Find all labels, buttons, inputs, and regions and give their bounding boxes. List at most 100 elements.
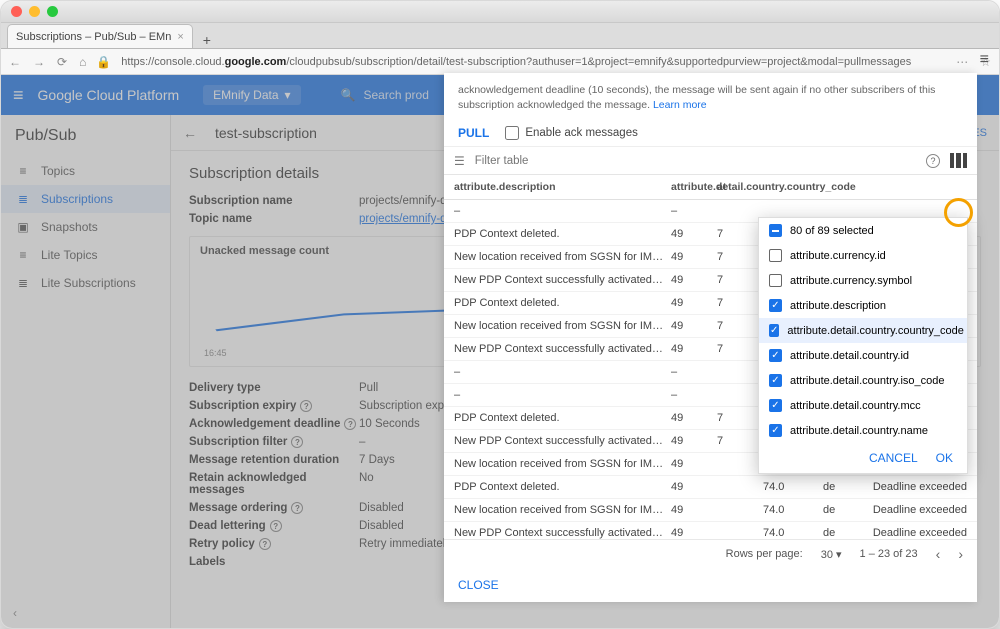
cell-country-code: 49 [671,481,717,493]
next-page-icon[interactable]: › [958,546,963,562]
forward-icon[interactable]: → [33,55,45,69]
checkbox-icon[interactable]: ✓ [769,424,782,437]
pull-button[interactable]: PULL [458,126,489,140]
cell-description: – [454,389,671,401]
column-option[interactable]: ✓ attribute.detail.country.country_code [759,318,967,343]
help-icon[interactable]: ? [926,154,940,168]
col-extra[interactable]: at [717,181,763,193]
cell-country-code: 49 [671,228,717,240]
cell-country-code: 49 [671,274,717,286]
column-option[interactable]: attribute.currency.symbol [759,268,967,293]
cell-n1: 7 [717,343,763,355]
cell-n1 [717,366,763,378]
filter-input[interactable] [475,155,916,167]
checkbox-icon[interactable]: ✓ [769,374,782,387]
cancel-button[interactable]: CANCEL [869,451,918,465]
close-window-icon[interactable] [11,6,22,17]
cell-n3: de [823,504,871,516]
home-icon[interactable]: ⌂ [79,55,86,69]
cell-n1: 7 [717,228,763,240]
minimize-window-icon[interactable] [29,6,40,17]
column-option[interactable]: ✓ attribute.detail.country.name [759,418,967,443]
cell-n1 [717,389,763,401]
column-option-label: attribute.detail.country.id [790,350,909,362]
cell-description: PDP Context deleted. [454,412,671,424]
browser-toolbar: ← → ⟳ ⌂ 🔒 https://console.cloud.google.c… [1,49,999,75]
col-description[interactable]: attribute.description [454,181,671,193]
cell-country-code: 49 [671,504,717,516]
browser-menu-icon[interactable]: ≡ [980,51,989,69]
cell-n3: de [823,527,871,539]
enable-ack-checkbox[interactable] [505,126,519,140]
column-option[interactable]: ✓ attribute.detail.country.id [759,343,967,368]
mac-titlebar [1,1,999,23]
column-chooser-popup: 80 of 89 selected attribute.currency.id a… [758,217,968,474]
column-option[interactable]: ✓ attribute.detail.country.mcc [759,393,967,418]
checkbox-mixed-icon[interactable] [769,224,782,237]
table-row[interactable]: New location received from SGSN for IMSI… [444,499,977,522]
cell-country-code: 49 [671,412,717,424]
learn-more-link[interactable]: Learn more [653,99,707,111]
checkbox-icon[interactable]: ✓ [769,324,779,337]
cell-description: New PDP Context successfully activated w… [454,435,671,447]
checkbox-icon[interactable] [769,274,782,287]
column-summary: 80 of 89 selected [759,218,967,243]
column-option-label: attribute.detail.country.mcc [790,400,921,412]
cell-description: New PDP Context successfully activated w… [454,274,671,286]
cell-description: New PDP Context successfully activated w… [454,343,671,355]
prev-page-icon[interactable]: ‹ [936,546,941,562]
new-tab-button[interactable]: + [197,32,217,48]
checkbox-icon[interactable] [769,249,782,262]
col-country-code[interactable]: attribute.detail.country.country_code [671,181,717,193]
table-pagination: Rows per page: 30 ▾ 1 – 23 of 23 ‹ › [444,539,977,568]
cell-status: Deadline exceeded [871,504,967,516]
cell-description: PDP Context deleted. [454,481,671,493]
cell-n3: de [823,481,871,493]
cell-description: PDP Context deleted. [454,297,671,309]
cell-country-code: 49 [671,251,717,263]
column-option[interactable]: attribute.currency.id [759,243,967,268]
table-row[interactable]: PDP Context deleted.4974.0deDeadline exc… [444,476,977,499]
cell-n1 [717,481,763,493]
cell-n2: 74.0 [763,504,823,516]
cell-description: New location received from SGSN for IMSI… [454,458,671,470]
checkbox-icon[interactable]: ✓ [769,399,782,412]
table-header-row: attribute.description attribute.detail.c… [444,175,977,200]
table-row[interactable]: New PDP Context successfully activated w… [444,522,977,539]
rows-per-page-select[interactable]: 30 ▾ [821,548,842,561]
cell-n1: 7 [717,412,763,424]
cell-status [871,205,967,217]
column-option[interactable]: ✓ attribute.description [759,293,967,318]
reload-icon[interactable]: ⟳ [57,55,67,69]
checkbox-icon[interactable]: ✓ [769,299,782,312]
close-tab-icon[interactable]: × [177,31,183,43]
cell-description: New location received from SGSN for IMSI… [454,320,671,332]
cell-n1 [717,527,763,539]
page-range: 1 – 23 of 23 [860,548,918,560]
column-option[interactable]: ✓ attribute.detail.country.iso_code [759,368,967,393]
column-option-label: attribute.detail.country.country_code [787,325,964,337]
ok-button[interactable]: OK [936,451,953,465]
column-option-label: attribute.currency.id [790,250,886,262]
cell-description: – [454,366,671,378]
column-option-label: attribute.detail.country.iso_code [790,375,945,387]
browser-tab[interactable]: Subscriptions – Pub/Sub – EMn × [7,24,193,48]
column-option-label: attribute.detail.country.name [790,425,928,437]
cell-status: Deadline exceeded [871,481,967,493]
back-icon[interactable]: ← [9,55,21,69]
checkbox-icon[interactable]: ✓ [769,349,782,362]
cell-description: New location received from SGSN for IMSI… [454,251,671,263]
enable-ack-toggle[interactable]: Enable ack messages [505,126,638,140]
cell-n2 [763,205,823,217]
close-button[interactable]: CLOSE [458,578,499,592]
cell-n1: 7 [717,274,763,286]
column-selector-button[interactable] [950,153,967,168]
browser-tabs: Subscriptions – Pub/Sub – EMn × + [1,23,999,49]
cell-n2: 74.0 [763,527,823,539]
zoom-window-icon[interactable] [47,6,58,17]
cell-country-code: 49 [671,297,717,309]
address-bar[interactable]: https://console.cloud.google.com/cloudpu… [121,56,946,68]
column-option-label: attribute.description [790,300,886,312]
column-option-label: attribute.currency.symbol [790,275,912,287]
reader-icon[interactable]: ⋯ [956,55,968,69]
